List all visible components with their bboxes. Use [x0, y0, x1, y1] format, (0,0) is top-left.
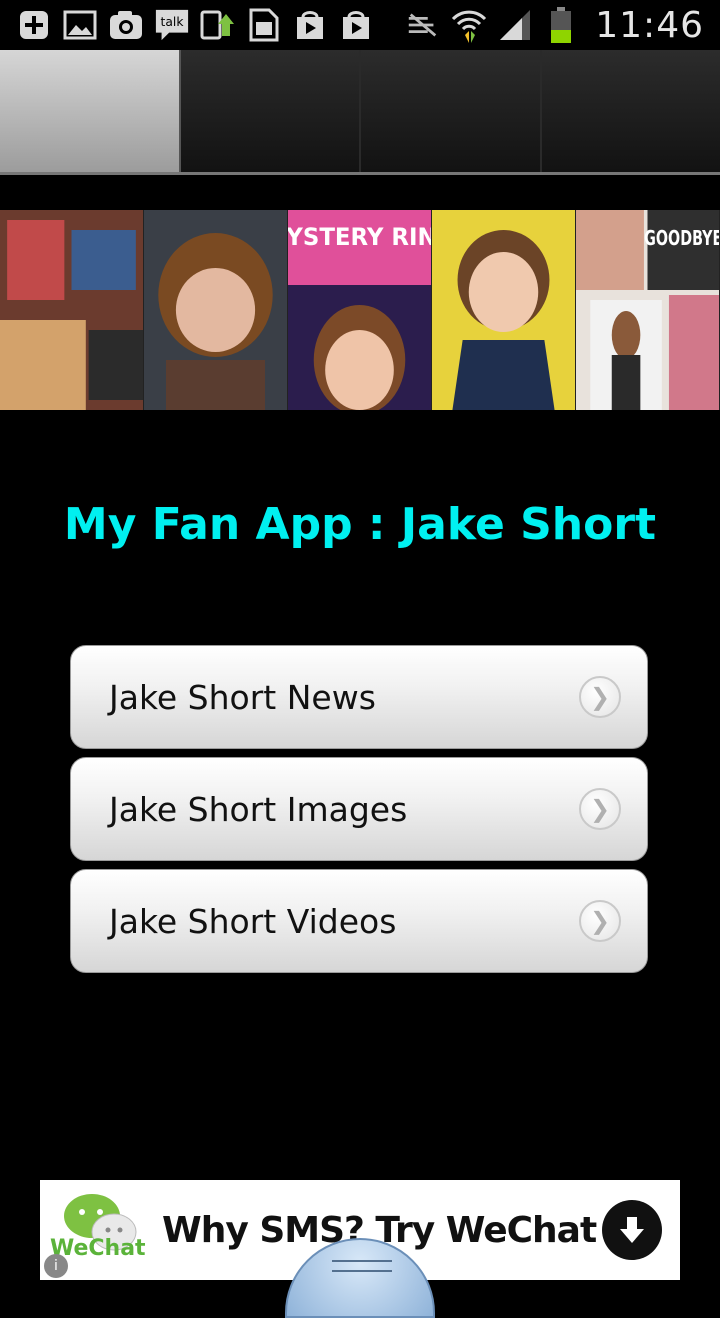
- add-icon: [16, 7, 52, 43]
- svg-text:talk: talk: [161, 15, 185, 29]
- svg-text:MYSTERY RING: MYSTERY RING: [288, 222, 431, 251]
- info-icon[interactable]: i: [44, 1254, 68, 1278]
- images-button[interactable]: Jake Short Images ❯: [70, 757, 648, 861]
- wifi-icon: [451, 7, 487, 43]
- tab-bar: [0, 50, 720, 175]
- play-store-icon: [292, 7, 328, 43]
- banner-collage: MYSTERY RING GOODBYE: [0, 210, 720, 410]
- tab-1[interactable]: [0, 50, 181, 172]
- camera-icon: [108, 7, 144, 43]
- wechat-logo-icon: [52, 1186, 162, 1276]
- clock: 11:46: [595, 5, 704, 46]
- chevron-right-icon: ❯: [579, 676, 621, 718]
- drag-handle-lines: [332, 1260, 392, 1272]
- shopping-bag-icon: [338, 7, 374, 43]
- tab-3[interactable]: [361, 50, 542, 172]
- banner-collage-right: GOODBYE: [576, 210, 720, 410]
- videos-button-label: Jake Short Videos: [109, 902, 579, 941]
- banner-photo-face: [144, 210, 288, 410]
- gallery-icon: [62, 7, 98, 43]
- sim-icon: [246, 7, 282, 43]
- chevron-right-icon: ❯: [579, 788, 621, 830]
- banner-magazine: MYSTERY RING: [288, 210, 432, 410]
- news-button-label: Jake Short News: [109, 678, 579, 717]
- news-button[interactable]: Jake Short News ❯: [70, 645, 648, 749]
- banner-photo-portrait: [432, 210, 576, 410]
- upload-icon: [200, 7, 236, 43]
- chevron-right-icon: ❯: [579, 900, 621, 942]
- tab-2[interactable]: [181, 50, 362, 172]
- svg-text:GOODBYE: GOODBYE: [644, 228, 719, 251]
- menu-list: Jake Short News ❯ Jake Short Images ❯ Ja…: [70, 645, 648, 973]
- signal-icon: [497, 7, 533, 43]
- tab-4[interactable]: [542, 50, 720, 172]
- no-sync-icon: [405, 7, 441, 43]
- battery-icon: [543, 7, 579, 43]
- talk-icon: talk: [154, 7, 190, 43]
- images-button-label: Jake Short Images: [109, 790, 579, 829]
- page-title: My Fan App : Jake Short: [0, 495, 720, 555]
- banner-image: [0, 210, 144, 410]
- videos-button[interactable]: Jake Short Videos ❯: [70, 869, 648, 973]
- status-bar: talk 11:46: [0, 0, 720, 50]
- download-icon[interactable]: [602, 1200, 662, 1260]
